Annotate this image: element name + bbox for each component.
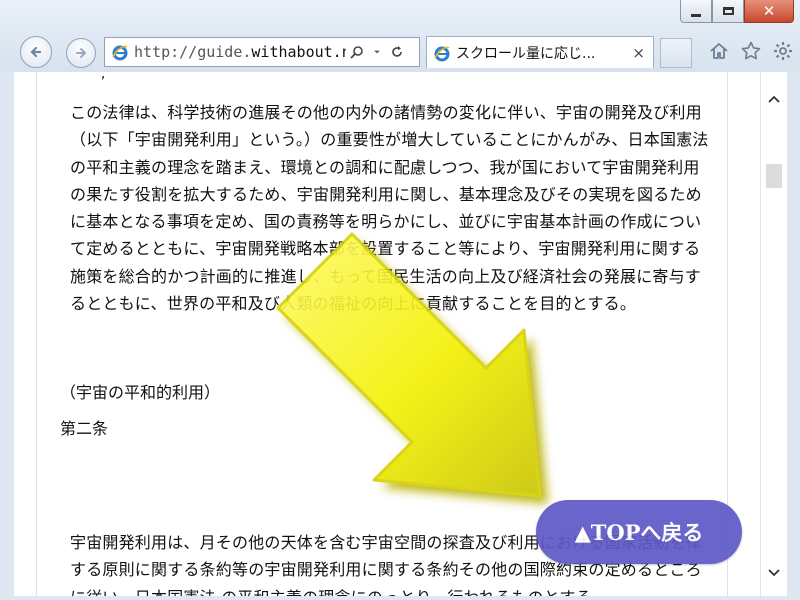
back-button[interactable] <box>20 36 52 68</box>
left-window-frame <box>0 72 14 600</box>
maximize-button[interactable] <box>712 0 744 23</box>
maximize-icon <box>722 7 734 15</box>
toolbar-icons <box>708 40 794 62</box>
refresh-icon[interactable] <box>390 45 404 59</box>
scroll-thumb[interactable] <box>766 164 782 188</box>
home-icon[interactable] <box>708 40 730 62</box>
url-domain: withabout.net <box>251 43 346 61</box>
address-url[interactable]: http://guide.withabout.net <box>134 43 346 61</box>
forward-arrow-icon <box>76 48 87 58</box>
settings-gear-icon[interactable] <box>772 40 794 62</box>
ie-logo-icon <box>434 46 450 61</box>
article-caption: （宇宙の平和的利用） <box>60 383 221 402</box>
article-number: 第二条 <box>60 419 109 438</box>
favorites-star-icon[interactable] <box>740 40 762 62</box>
window-controls: ✕ <box>680 0 794 23</box>
minimize-icon <box>691 13 701 17</box>
minimize-button[interactable] <box>680 0 712 23</box>
tab-title: スクロール量に応じ... <box>456 45 596 62</box>
search-icon[interactable] <box>350 45 364 59</box>
chevron-down-icon <box>768 569 780 577</box>
back-arrow-icon <box>30 46 42 58</box>
close-icon: ✕ <box>762 1 776 20</box>
article-1-paragraph: この法律は、科学技術の進展その他の内外の諸情勢の変化に伴い、宇宙の開発及び利用（… <box>70 103 709 314</box>
new-tab-button[interactable] <box>660 38 692 68</box>
dropdown-arrow-icon[interactable] <box>372 45 382 59</box>
close-window-button[interactable]: ✕ <box>744 0 794 23</box>
address-bar[interactable]: http://guide.withabout.net <box>104 37 420 67</box>
right-window-frame <box>786 72 800 600</box>
chevron-up-icon <box>768 95 780 103</box>
browser-toolbar: ✕ http://guide.withabout.net スクロール量に応じ..… <box>0 0 800 73</box>
bottom-window-frame <box>0 596 800 600</box>
tab-active[interactable]: スクロール量に応じ... × <box>426 36 654 68</box>
forward-button[interactable] <box>66 38 96 68</box>
scroll-up-button[interactable] <box>761 86 787 112</box>
scroll-down-button[interactable] <box>761 560 787 586</box>
ie-logo-icon <box>112 45 128 61</box>
tab-close-icon[interactable]: × <box>632 44 645 62</box>
cut-off-text: ', <box>97 72 106 82</box>
back-to-top-button[interactable]: ▲TOPへ戻る <box>536 500 742 564</box>
url-prefix: http://guide. <box>134 43 252 61</box>
vertical-scrollbar[interactable] <box>760 72 787 596</box>
